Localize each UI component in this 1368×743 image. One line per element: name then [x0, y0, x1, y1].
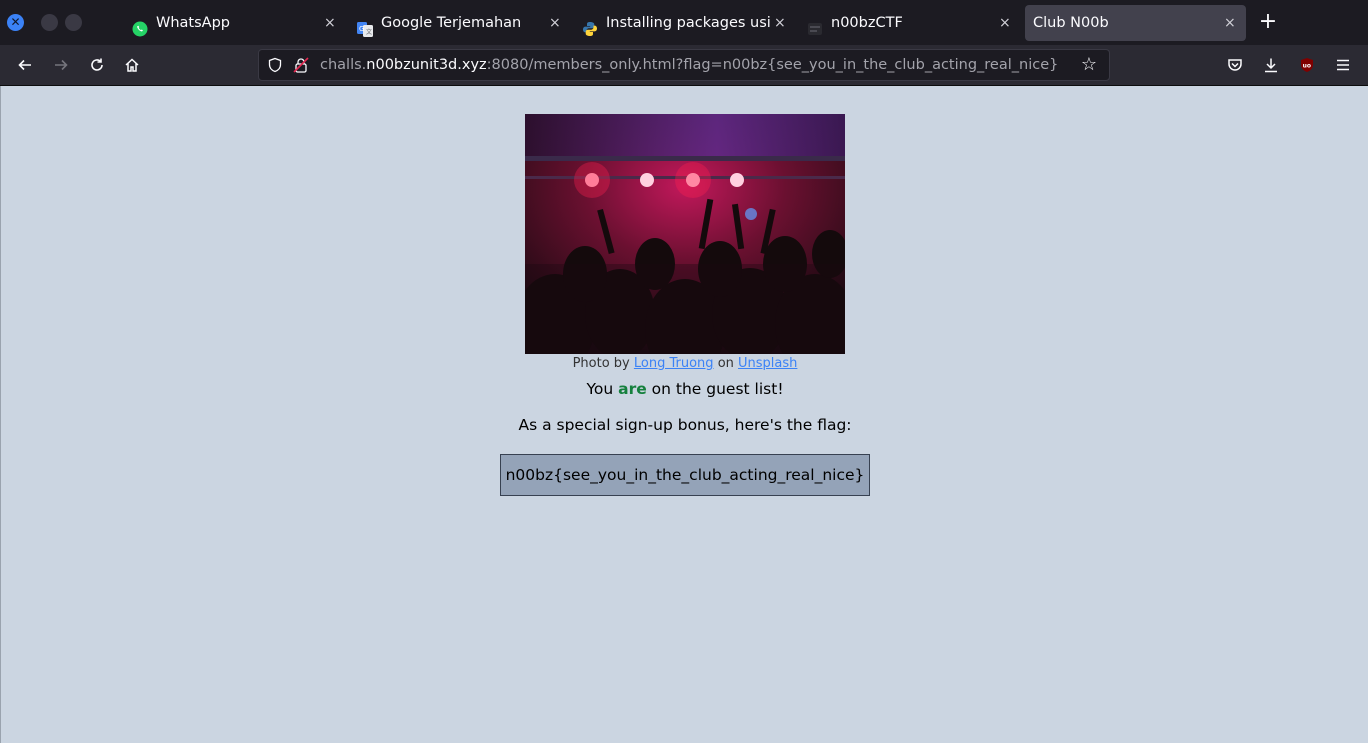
- home-button[interactable]: [120, 53, 144, 77]
- window-close-button[interactable]: ✕: [7, 14, 24, 31]
- club-crowd-photo: [525, 114, 845, 354]
- page-content: Photo by Long Truong on Unsplash You are…: [0, 86, 1368, 743]
- tab-close-icon[interactable]: ×: [1224, 5, 1236, 41]
- tab-google-translate[interactable]: G文 Google Terjemahan ×: [349, 5, 571, 41]
- window-maximize-button[interactable]: [65, 14, 82, 31]
- reload-icon: [91, 58, 103, 71]
- address-bar[interactable]: challs.n00bzunit3d.xyz:8080/members_only…: [258, 49, 1110, 81]
- ublock-origin-icon: uo: [1301, 58, 1313, 72]
- back-arrow-icon: [18, 59, 31, 71]
- home-icon: [125, 58, 139, 72]
- url-host: n00bzunit3d.xyz: [366, 57, 487, 73]
- tab-close-icon[interactable]: ×: [549, 5, 561, 41]
- tab-title: n00bzCTF: [831, 15, 903, 31]
- hamburger-menu-icon: [1337, 59, 1349, 71]
- guest-post: on the guest list!: [651, 380, 784, 398]
- ctf-favicon-icon: [807, 15, 823, 35]
- back-button[interactable]: [13, 53, 37, 77]
- credit-site-link[interactable]: Unsplash: [738, 356, 797, 371]
- svg-text:G: G: [359, 25, 364, 33]
- guest-pre: You: [586, 380, 614, 398]
- download-icon: [1265, 58, 1277, 73]
- navigation-toolbar: challs.n00bzunit3d.xyz:8080/members_only…: [0, 45, 1368, 86]
- flag-box[interactable]: n00bz{see_you_in_the_club_acting_real_ni…: [500, 454, 870, 496]
- forward-button[interactable]: [49, 53, 73, 77]
- window-minimize-button[interactable]: [41, 14, 58, 31]
- ublock-button[interactable]: uo: [1295, 53, 1319, 77]
- guest-emphasis: are: [618, 380, 647, 398]
- tracking-protection-shield-icon[interactable]: [267, 57, 283, 73]
- google-translate-icon: G文: [357, 15, 373, 37]
- tab-python-docs[interactable]: Installing packages using p ×: [574, 5, 796, 41]
- tab-whatsapp[interactable]: WhatsApp ×: [124, 5, 346, 41]
- menu-button[interactable]: [1331, 53, 1355, 77]
- svg-text:uo: uo: [1303, 63, 1311, 70]
- credit-mid: on: [717, 356, 734, 371]
- pocket-icon: [1228, 59, 1242, 71]
- bookmark-star-icon[interactable]: ☆: [1081, 55, 1097, 75]
- bonus-text: As a special sign-up bonus, here's the f…: [518, 416, 852, 434]
- insecure-lock-icon[interactable]: [293, 57, 309, 73]
- reload-button[interactable]: [85, 53, 109, 77]
- tab-strip: ✕ WhatsApp × G文 Google Terjemahan × Inst…: [0, 0, 1368, 45]
- downloads-button[interactable]: [1259, 53, 1283, 77]
- url-prefix: challs.: [320, 57, 367, 73]
- tab-close-icon[interactable]: ×: [774, 5, 786, 41]
- tab-title: Club N00b: [1033, 15, 1109, 31]
- python-icon: [582, 15, 598, 36]
- tab-club-n00b[interactable]: Club N00b ×: [1025, 5, 1246, 41]
- credit-prefix: Photo by: [572, 356, 630, 371]
- tab-n00bzctf[interactable]: n00bzCTF ×: [799, 5, 1021, 41]
- svg-text:文: 文: [366, 28, 372, 36]
- tab-title: Google Terjemahan: [381, 15, 522, 31]
- pocket-button[interactable]: [1223, 53, 1247, 77]
- forward-arrow-icon: [55, 59, 68, 71]
- whatsapp-icon: [132, 15, 148, 37]
- new-tab-button[interactable]: +: [1256, 10, 1280, 34]
- tab-title: Installing packages using p: [606, 15, 770, 31]
- tab-close-icon[interactable]: ×: [999, 5, 1011, 41]
- url-text[interactable]: challs.n00bzunit3d.xyz:8080/members_only…: [320, 50, 1058, 80]
- tab-close-icon[interactable]: ×: [324, 5, 336, 41]
- url-path: :8080/members_only.html?flag=n00bz{see_y…: [486, 57, 1059, 73]
- tab-title: WhatsApp: [156, 15, 230, 31]
- credit-author-link[interactable]: Long Truong: [634, 356, 714, 371]
- guest-status-text: You are on the guest list!: [1, 380, 1368, 398]
- photo-credit: Photo by Long Truong on Unsplash: [1, 356, 1368, 371]
